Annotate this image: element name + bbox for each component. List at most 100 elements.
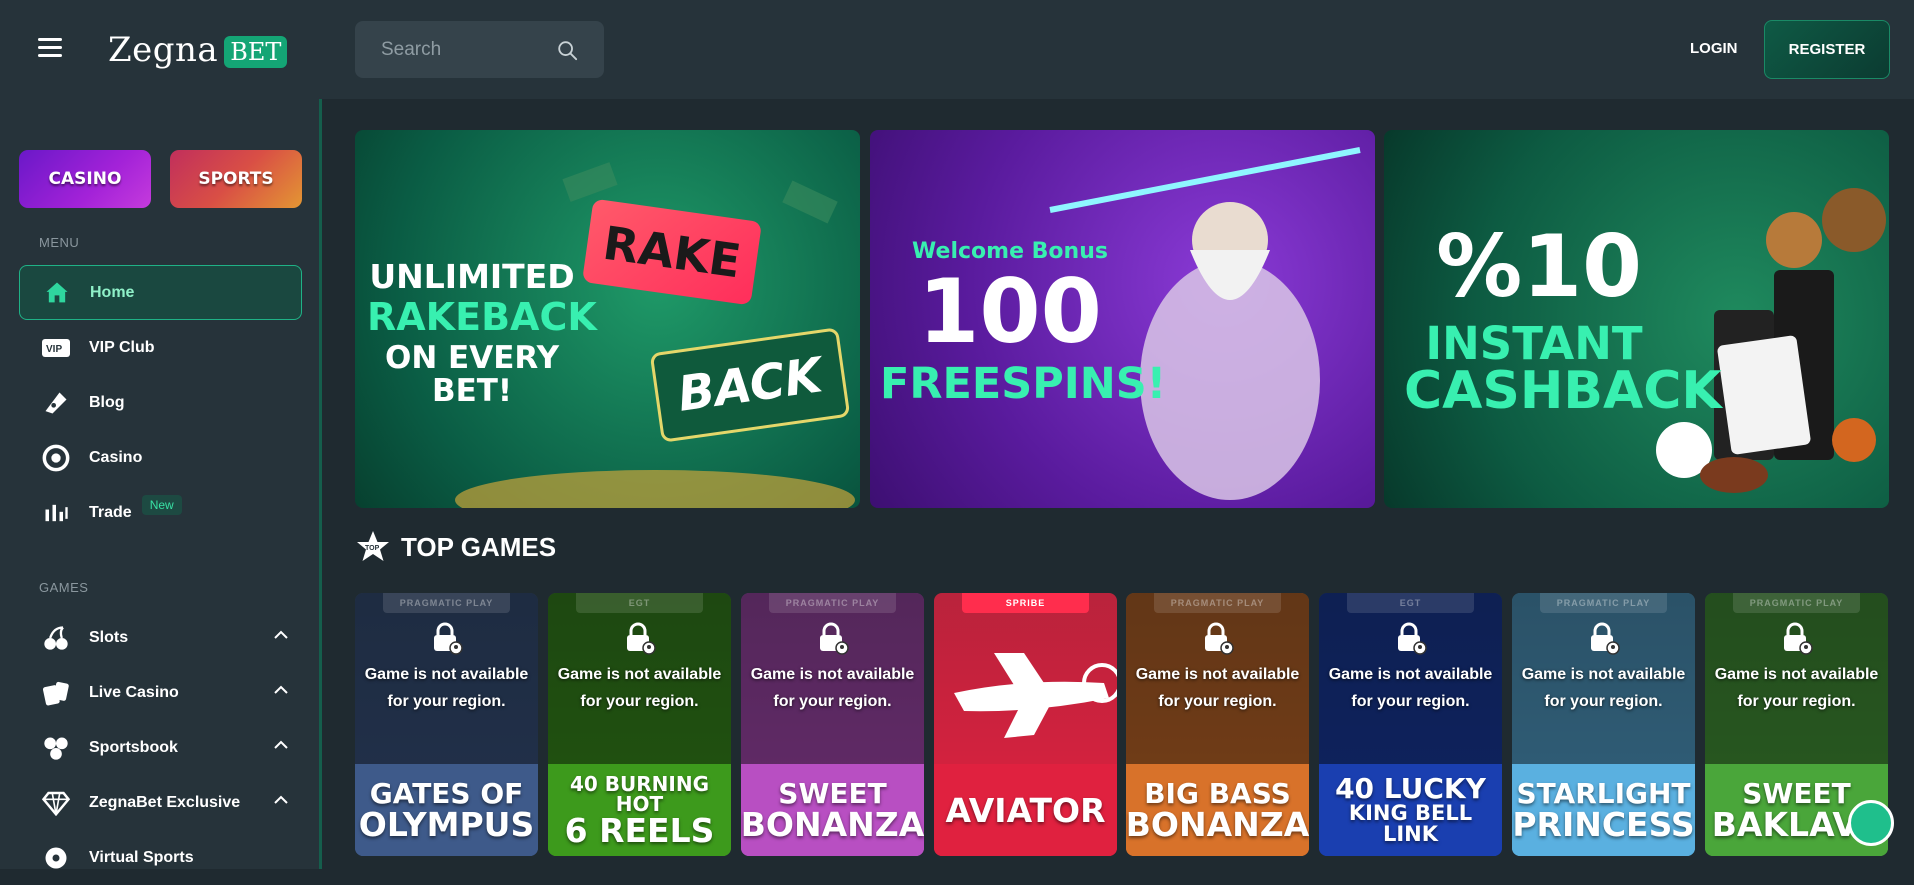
unavailable-line: for your region. (773, 693, 892, 710)
login-button[interactable]: LOGIN (1690, 34, 1738, 64)
chevron-up-icon[interactable] (274, 685, 288, 695)
sidebar-item-sportsbook[interactable]: Sportsbook (19, 720, 302, 775)
game-title-line: KING BELL LINK (1348, 801, 1473, 846)
cherries-icon (41, 623, 71, 653)
register-button[interactable]: REGISTER (1764, 20, 1890, 79)
sidebar-item-home[interactable]: Home (19, 265, 302, 320)
vip-icon: VIP (41, 333, 71, 363)
chat-support-icon[interactable] (1848, 800, 1894, 846)
rakeback-banner[interactable]: UNLIMITED RAKEBACK ON EVERY BET! RAKE BA… (355, 130, 860, 508)
lock-location-icon (1398, 622, 1427, 655)
game-card[interactable]: SPRIBE AVIATOR (934, 593, 1117, 856)
game-title: SWEET BONANZA (741, 764, 924, 856)
games-section-label: GAMES (39, 580, 89, 595)
sidebar-item-virtual-sports[interactable]: Virtual Sports (19, 830, 302, 885)
unavailable-line: Game is not available (1714, 666, 1879, 683)
region-unavailable-message: Game is not available for your region. (1512, 661, 1695, 715)
sidebar-item-zegnabet-exclusive[interactable]: ZegnaBet Exclusive (19, 775, 302, 830)
sidebar: CASINO SPORTS MENU Home VIP VIP Club Blo… (0, 99, 322, 869)
banner-line: RAKEBACK (367, 295, 597, 339)
cashback-banner[interactable]: %10 INSTANT CASHBACK (1384, 130, 1889, 508)
svg-text:VIP: VIP (46, 344, 62, 355)
sidebar-item-label: Blog (89, 393, 125, 411)
section-title: TOP GAMES (401, 531, 557, 562)
welcome-bonus-banner[interactable]: Welcome Bonus 100 FREESPINS! (870, 130, 1375, 508)
game-title-line: 6 REELS (564, 810, 715, 850)
cards-icon (41, 678, 71, 708)
game-card[interactable]: PRAGMATIC PLAY Game is not available for y… (1512, 593, 1695, 856)
sidebar-item-trade[interactable]: Trade New (19, 485, 302, 540)
chevron-up-icon[interactable] (274, 795, 288, 805)
banner-line: %10 (1436, 217, 1642, 317)
game-title-line: AVIATOR (945, 790, 1106, 830)
sidebar-item-label: Home (90, 283, 135, 301)
lock-location-icon (1205, 622, 1234, 655)
game-title-text: BIG BASS BONANZA (1126, 779, 1309, 844)
game-title: AVIATOR (934, 764, 1117, 856)
game-title: 40 BURNING HOT 6 REELS (548, 764, 731, 856)
region-unavailable-message: Game is not available for your region. (1705, 661, 1888, 715)
unavailable-line: for your region. (387, 693, 506, 710)
lock-location-icon (1784, 622, 1813, 655)
provider-tag: EGT (576, 593, 703, 613)
search-icon[interactable] (556, 39, 578, 61)
sports-mode-tile[interactable]: SPORTS (170, 150, 302, 208)
new-badge: New (141, 494, 182, 515)
game-title: STARLIGHT PRINCESS (1512, 764, 1695, 856)
casino-mode-tile[interactable]: CASINO (19, 150, 151, 208)
unavailable-line: Game is not available (364, 666, 529, 683)
trade-chart-icon (41, 498, 71, 528)
game-title: 40 LUCKY KING BELL LINK (1319, 764, 1502, 856)
unavailable-line: for your region. (1351, 693, 1470, 710)
sidebar-item-vip-club[interactable]: VIP VIP Club (19, 320, 302, 375)
logo-badge: BET (224, 36, 288, 68)
sidebar-item-label: ZegnaBet Exclusive (89, 793, 241, 811)
airplane-icon (954, 653, 1117, 738)
banner-line: UNLIMITED (369, 257, 575, 296)
unavailable-line: Game is not available (1328, 666, 1493, 683)
provider-tag: PRAGMATIC PLAY (1733, 593, 1860, 613)
chevron-up-icon[interactable] (274, 740, 288, 750)
logo-text: Zegna (108, 30, 219, 70)
lock-location-icon (627, 622, 656, 655)
provider-tag: PRAGMATIC PLAY (1540, 593, 1667, 613)
sidebar-item-label: Virtual Sports (89, 848, 194, 866)
sidebar-item-label: Sportsbook (89, 738, 178, 756)
search-input[interactable] (355, 38, 545, 61)
hamburger-menu-icon[interactable] (38, 38, 62, 58)
unavailable-line: Game is not available (750, 666, 915, 683)
sidebar-item-blog[interactable]: Blog (19, 375, 302, 430)
game-card[interactable]: PRAGMATIC PLAY Game is not available for y… (1126, 593, 1309, 856)
sidebar-item-slots[interactable]: Slots (19, 610, 302, 665)
provider-tag: PRAGMATIC PLAY (1154, 593, 1281, 613)
game-title-text: AVIATOR (945, 794, 1105, 827)
game-title-text: GATES OF OLYMPUS (358, 779, 535, 844)
unavailable-line: for your region. (1737, 693, 1856, 710)
chevron-up-icon[interactable] (274, 630, 288, 640)
game-title-line: BONANZA (1126, 804, 1309, 844)
game-title-line: OLYMPUS (358, 804, 535, 844)
sidebar-item-casino[interactable]: Casino (19, 430, 302, 485)
sidebar-item-label: Trade (89, 503, 132, 521)
game-card[interactable]: PRAGMATIC PLAY Game is not available for y… (355, 593, 538, 856)
balls-icon (41, 733, 71, 763)
game-title-line: SWEET (1742, 776, 1851, 810)
game-title-line: 40 LUCKY (1335, 772, 1486, 805)
game-card[interactable]: PRAGMATIC PLAY Game is not available for y… (741, 593, 924, 856)
game-title-line: STARLIGHT (1516, 776, 1691, 810)
sidebar-item-live-casino[interactable]: Live Casino (19, 665, 302, 720)
game-title-text: 40 BURNING HOT 6 REELS (548, 774, 731, 847)
game-card[interactable]: EGT Game is not available for your region.… (1319, 593, 1502, 856)
game-title-line: 40 BURNING HOT (569, 771, 709, 816)
unavailable-line: for your region. (1544, 693, 1663, 710)
logo[interactable]: Zegna BET (108, 28, 288, 72)
top-star-icon: TOP (357, 531, 389, 561)
game-title: BIG BASS BONANZA (1126, 764, 1309, 856)
diamond-icon (41, 788, 71, 818)
game-card[interactable]: EGT Game is not available for your region.… (548, 593, 731, 856)
top-games-heading: TOP TOP GAMES (355, 528, 556, 566)
search-box (355, 21, 604, 78)
game-title-text: SWEET BONANZA (741, 779, 924, 841)
lock-location-icon (1591, 622, 1620, 655)
game-title-text: STARLIGHT PRINCESS (1512, 776, 1694, 841)
